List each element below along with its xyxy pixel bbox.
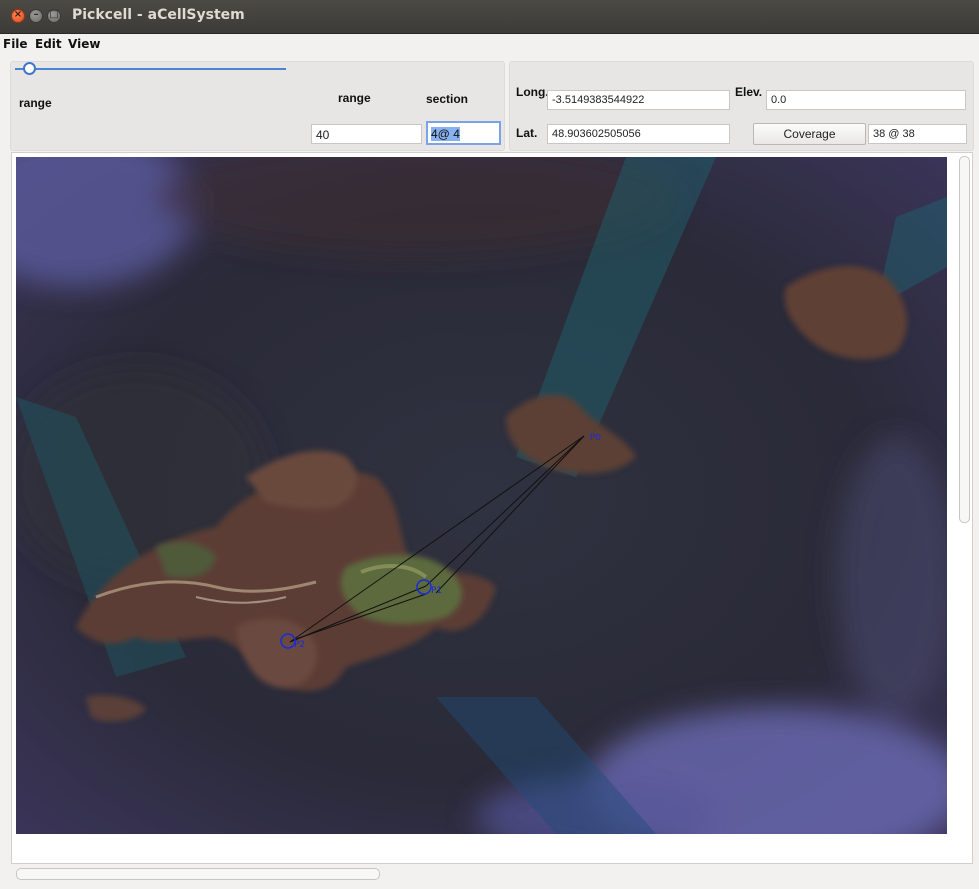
coverage-value-field[interactable]: 38 @ 38 bbox=[868, 124, 967, 144]
range-slider-thumb[interactable] bbox=[22, 62, 36, 75]
menu-bar: File Edit View bbox=[0, 34, 979, 56]
marker-p1-label: P1 bbox=[431, 586, 442, 596]
elevation-field[interactable]: 0.0 bbox=[766, 90, 966, 110]
marker-p2-label: P2 bbox=[294, 640, 305, 650]
close-window-button[interactable]: × bbox=[11, 9, 25, 23]
menu-view[interactable]: View bbox=[68, 37, 100, 51]
section-input-selected-text: 4@ 4 bbox=[431, 127, 460, 141]
minimize-icon: – bbox=[33, 9, 39, 20]
long-label: Long. bbox=[516, 85, 549, 99]
minimize-window-button[interactable]: – bbox=[29, 9, 43, 23]
menu-file[interactable]: File bbox=[3, 37, 28, 51]
coverage-button[interactable]: Coverage bbox=[753, 123, 866, 145]
range-slider-label: range bbox=[19, 96, 52, 110]
range-slider-track[interactable] bbox=[28, 68, 286, 70]
maximize-icon: □ bbox=[49, 9, 59, 20]
section-label: section bbox=[426, 92, 469, 106]
marker-p0-label: P0 bbox=[590, 433, 601, 443]
maximize-window-button[interactable]: □ bbox=[47, 9, 61, 23]
range-label: range bbox=[338, 91, 371, 105]
range-input[interactable]: 40 bbox=[311, 124, 422, 144]
section-input[interactable]: 4@ 4 bbox=[426, 121, 501, 145]
elev-label: Elev. bbox=[735, 85, 763, 99]
menu-edit[interactable]: Edit bbox=[35, 37, 62, 51]
vertical-scrollbar-thumb[interactable] bbox=[959, 156, 970, 523]
longitude-field[interactable]: -3.5149383544922 bbox=[547, 90, 730, 110]
window-title: Pickcell - aCellSystem bbox=[72, 7, 245, 23]
latitude-field[interactable]: 48.903602505056 bbox=[547, 124, 730, 144]
title-bar: × – □ Pickcell - aCellSystem bbox=[0, 0, 979, 34]
horizontal-scrollbar-thumb[interactable] bbox=[16, 868, 380, 880]
vertical-scrollbar[interactable] bbox=[959, 156, 970, 861]
marker-p0[interactable]: P0 bbox=[590, 433, 601, 443]
close-icon: × bbox=[13, 9, 23, 20]
lat-label: Lat. bbox=[516, 126, 538, 140]
satellite-map[interactable]: P0 P1 P2 bbox=[16, 157, 947, 834]
